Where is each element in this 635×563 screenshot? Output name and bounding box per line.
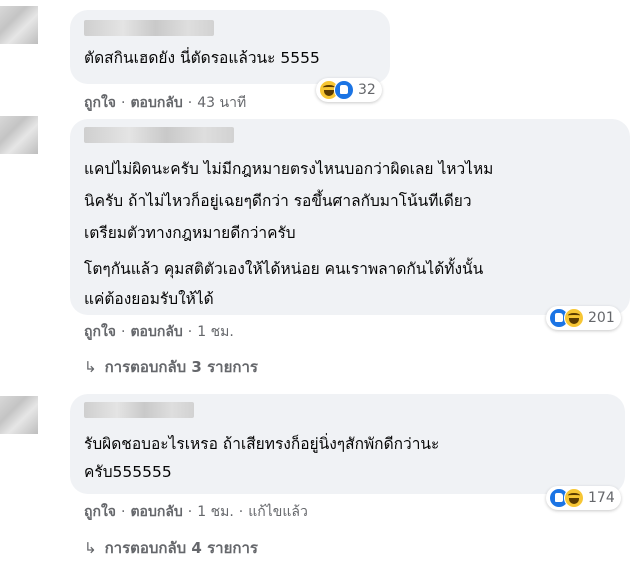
reaction-count: 174 <box>588 490 615 506</box>
view-replies-link[interactable]: ↳ การตอบกลับ 3 รายการ <box>84 355 258 379</box>
reply-arrow-icon: ↳ <box>84 358 97 376</box>
comment-bubble: แคปไม่ผิดนะครับ ไม่มีกฎหมายตรงไหนบอกว่าผ… <box>70 119 630 315</box>
commenter-name[interactable] <box>84 20 214 36</box>
view-replies-link[interactable]: ↳ การตอบกลับ 4 รายการ <box>84 536 258 560</box>
comment-actions: ถูกใจ · ตอบกลับ · 43 นาที <box>84 95 247 111</box>
reaction-summary[interactable]: 174 <box>546 486 621 510</box>
like-icon <box>334 80 354 100</box>
timestamp[interactable]: 1 ชม. <box>197 504 234 520</box>
comment-actions: ถูกใจ · ตอบกลับ · 1 ชม. · แก้ไขแล้ว <box>84 504 308 520</box>
reaction-count: 201 <box>588 310 615 326</box>
reaction-summary[interactable]: 201 <box>546 306 621 330</box>
reply-link[interactable]: ตอบกลับ <box>130 95 182 111</box>
reaction-summary[interactable]: 32 <box>316 78 382 102</box>
commenter-name[interactable] <box>84 402 194 418</box>
comment-text: ตัดสกินเฮดยัง นี่ตัดรอแล้วนะ 5555 <box>84 49 320 67</box>
timestamp[interactable]: 1 ชม. <box>197 324 234 340</box>
comment-text: ครับ555555 <box>84 463 172 481</box>
like-link[interactable]: ถูกใจ <box>84 324 116 340</box>
haha-icon <box>564 308 584 328</box>
comment-bubble: รับผิดชอบอะไรเหรอ ถ้าเสียทรงก็อยู่นิ่งๆส… <box>70 394 625 494</box>
comment-text: แค่ต้องยอมรับให้ได้ <box>84 290 214 308</box>
reply-arrow-icon: ↳ <box>84 539 97 557</box>
comment-text: แคปไม่ผิดนะครับ ไม่มีกฎหมายตรงไหนบอกว่าผ… <box>84 160 494 178</box>
edited-label[interactable]: แก้ไขแล้ว <box>248 504 308 520</box>
commenter-name[interactable] <box>84 127 234 143</box>
like-link[interactable]: ถูกใจ <box>84 504 116 520</box>
view-replies-label: การตอบกลับ 3 รายการ <box>104 358 258 376</box>
comment-text: เตรียมตัวทางกฎหมายดีกว่าครับ <box>84 224 296 242</box>
comment-bubble: ตัดสกินเฮดยัง นี่ตัดรอแล้วนะ 5555 <box>70 10 390 84</box>
reply-link[interactable]: ตอบกลับ <box>130 504 182 520</box>
comment-actions: ถูกใจ · ตอบกลับ · 1 ชม. <box>84 324 234 340</box>
comment-text: โตๆกันแล้ว คุมสติตัวเองให้ได้หน่อย คนเรา… <box>84 260 484 278</box>
haha-icon <box>564 488 584 508</box>
reply-link[interactable]: ตอบกลับ <box>130 324 182 340</box>
view-replies-label: การตอบกลับ 4 รายการ <box>104 539 258 557</box>
like-link[interactable]: ถูกใจ <box>84 95 116 111</box>
comment-text: นิครับ ถ้าไม่ไหวก็อยู่เฉยๆดีกว่า รอขึ้นศ… <box>84 192 472 210</box>
timestamp[interactable]: 43 นาที <box>197 95 246 111</box>
commenter-avatar[interactable] <box>0 396 38 434</box>
commenter-avatar[interactable] <box>0 6 38 44</box>
commenter-avatar[interactable] <box>0 116 38 154</box>
reaction-count: 32 <box>358 82 376 98</box>
